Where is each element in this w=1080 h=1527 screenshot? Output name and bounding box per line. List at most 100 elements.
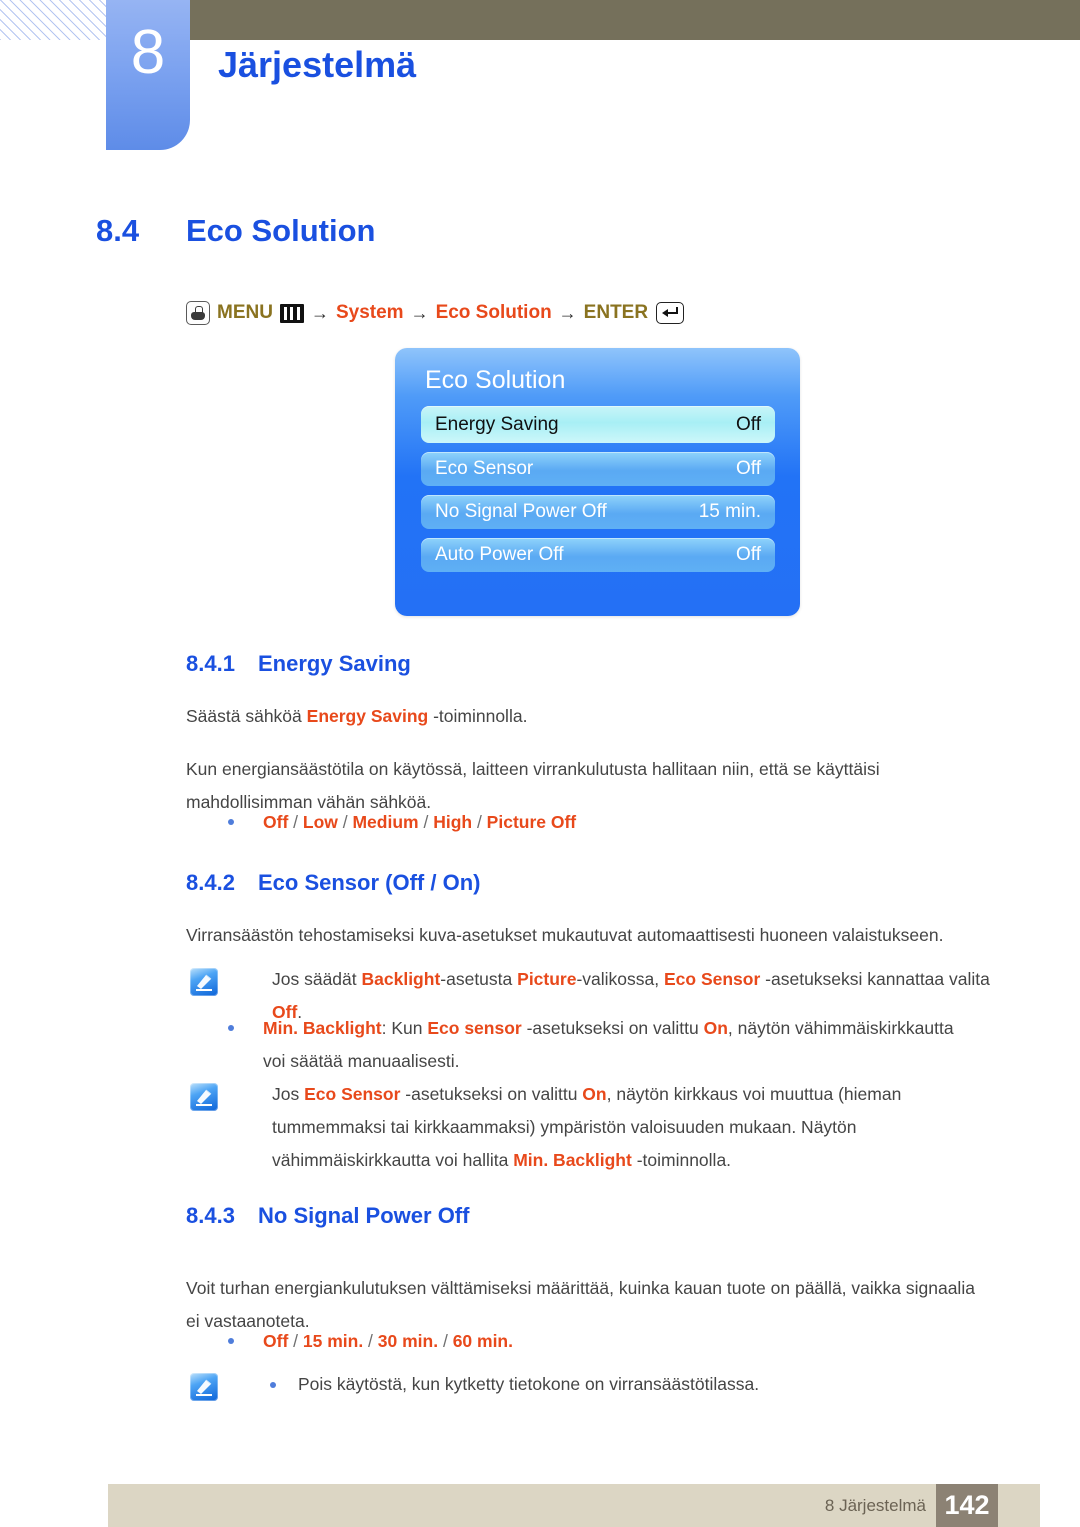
bullet-dot-icon [228, 1338, 234, 1344]
note-pencil-icon [190, 968, 218, 996]
text-fragment: -asetukseksi kannattaa valita [760, 969, 990, 989]
separator: / [363, 1331, 378, 1351]
menu-path-item-eco-solution: Eco Solution [435, 302, 552, 323]
bullet-text: Min. Backlight: Kun Eco sensor -asetukse… [186, 1012, 976, 1078]
note-pencil-icon [190, 1373, 218, 1401]
osd-row-label: Energy Saving [435, 413, 559, 435]
option-low: Low [302, 812, 338, 832]
osd-row-auto-power-off[interactable]: Auto Power Off Off [421, 538, 775, 572]
text-highlight: Picture [517, 969, 577, 989]
bullet-text: Off / 15 min. / 30 min. / 60 min. [186, 1325, 946, 1358]
text-fragment: Jos säädät [272, 969, 362, 989]
menu-path-arrow-3: → [558, 303, 577, 323]
text-highlight: Min. Backlight [513, 1150, 632, 1170]
paragraph-8-4-1-1: Säästä sähköä Energy Saving -toiminnolla… [186, 700, 946, 733]
subsection-heading-8-4-3: 8.4.3 No Signal Power Off [186, 1202, 469, 1230]
text-fragment: -asetukseksi on valittu [521, 1018, 704, 1038]
footer-page-number: 142 [936, 1484, 998, 1527]
osd-row-value: Off [736, 413, 761, 435]
bullet-no-signal-power-off-options: Off / 15 min. / 30 min. / 60 min. [186, 1325, 946, 1358]
menu-path-arrow-2: → [410, 303, 429, 323]
osd-row-label: Eco Sensor [435, 458, 534, 479]
text-fragment: -valikossa, [576, 969, 664, 989]
subsection-title: No Signal Power Off [258, 1203, 470, 1228]
menu-path: MENU → System → Eco Solution → ENTER [186, 300, 685, 326]
menu-path-menu-label: MENU [217, 302, 273, 323]
separator: / [288, 812, 303, 832]
option-off: Off [263, 1331, 289, 1351]
menu-path-item-system: System [335, 302, 404, 323]
section-number: 8.4 [96, 213, 140, 248]
bullet-energy-saving-options: Off / Low / Medium / High / Picture Off [186, 806, 946, 839]
separator: / [438, 1331, 453, 1351]
note-8-4-2-2: Jos Eco Sensor -asetukseksi on valittu O… [186, 1078, 976, 1177]
bullet-dot-icon [270, 1382, 276, 1388]
term-on: On [703, 1018, 728, 1038]
osd-row-value: Off [736, 458, 761, 479]
text-highlight: On [582, 1084, 607, 1104]
osd-row-value: Off [736, 544, 761, 565]
note-pencil-icon [190, 1083, 218, 1111]
term-min-backlight: Min. Backlight [263, 1018, 382, 1038]
osd-panel: Eco Solution Energy Saving Off Eco Senso… [395, 348, 800, 616]
option-high: High [433, 812, 473, 832]
bullet-text: Off / Low / Medium / High / Picture Off [186, 806, 946, 839]
chapter-tab: 8 [106, 0, 190, 150]
hatch-pattern-decoration [0, 0, 106, 40]
note-text: Jos Eco Sensor -asetukseksi on valittu O… [186, 1078, 976, 1177]
osd-row-label: No Signal Power Off [435, 501, 607, 522]
separator: / [472, 812, 487, 832]
subsection-title: Eco Sensor (Off / On) [258, 870, 481, 895]
separator: / [337, 812, 353, 832]
option-picture-off: Picture Off [486, 812, 577, 832]
osd-row-value: 15 min. [698, 501, 761, 522]
bullet-min-backlight: Min. Backlight: Kun Eco sensor -asetukse… [186, 1012, 976, 1078]
osd-row-eco-sensor[interactable]: Eco Sensor Off [421, 452, 775, 486]
text-fragment: -toiminnolla. [631, 1150, 732, 1170]
term-eco-sensor: Eco sensor [427, 1018, 522, 1038]
option-medium: Medium [352, 812, 419, 832]
chapter-title: Järjestelmä [218, 44, 417, 85]
footer-chapter-label: 8 Järjestelmä [824, 1496, 926, 1515]
subsection-number: 8.4.3 [186, 1203, 235, 1228]
text-highlight: Eco Sensor [304, 1084, 401, 1104]
enter-key-icon [656, 302, 685, 324]
osd-row-energy-saving[interactable]: Energy Saving Off [421, 406, 775, 443]
paragraph-8-4-2-1: Virransäästön tehostamiseksi kuva-asetuk… [186, 925, 944, 945]
chapter-number: 8 [130, 18, 166, 87]
text-highlight: Eco Sensor [664, 969, 761, 989]
section-title: Eco Solution [186, 213, 376, 248]
option-30-min: 30 min. [377, 1331, 439, 1351]
separator: / [288, 1331, 303, 1351]
osd-row-list: Energy Saving Off Eco Sensor Off No Sign… [421, 406, 775, 581]
section-heading: 8.4 Eco Solution [96, 213, 375, 249]
option-60-min: 60 min. [452, 1331, 513, 1351]
menu-path-enter-label: ENTER [583, 302, 649, 323]
subsection-heading-8-4-2: 8.4.2 Eco Sensor (Off / On) [186, 869, 480, 897]
header-olive-bar [190, 0, 1080, 40]
text-fragment: -asetusta [440, 969, 518, 989]
note-text: Pois käytöstä, kun kytketty tietokone on… [298, 1374, 760, 1394]
subsection-heading-8-4-1: 8.4.1 Energy Saving [186, 650, 411, 678]
menu-grid-icon [279, 303, 304, 323]
note-8-4-3-1: Pois käytöstä, kun kytketty tietokone on… [186, 1368, 946, 1401]
bullet-dot-icon [228, 819, 234, 825]
text-fragment: : Kun [381, 1018, 428, 1038]
option-15-min: 15 min. [302, 1331, 364, 1351]
osd-row-no-signal-power-off[interactable]: No Signal Power Off 15 min. [421, 495, 775, 529]
subsection-title: Energy Saving [258, 651, 411, 676]
page-header: 8 Järjestelmä [0, 0, 1080, 160]
text-fragment: Jos [272, 1084, 305, 1104]
menu-path-arrow-1: → [310, 303, 329, 323]
osd-title: Eco Solution [425, 366, 566, 394]
bullet-dot-icon [228, 1025, 234, 1031]
page-footer: 8 Järjestelmä 142 [108, 1484, 1040, 1527]
text-fragment: -asetukseksi on valittu [400, 1084, 583, 1104]
text-highlight: Energy Saving [306, 706, 429, 726]
osd-row-label: Auto Power Off [435, 544, 564, 565]
separator: / [418, 812, 434, 832]
text-fragment: Säästä sähköä [186, 706, 307, 726]
option-off: Off [263, 812, 289, 832]
text-fragment: -toiminnolla. [428, 706, 528, 726]
hand-pointer-icon [186, 301, 210, 325]
